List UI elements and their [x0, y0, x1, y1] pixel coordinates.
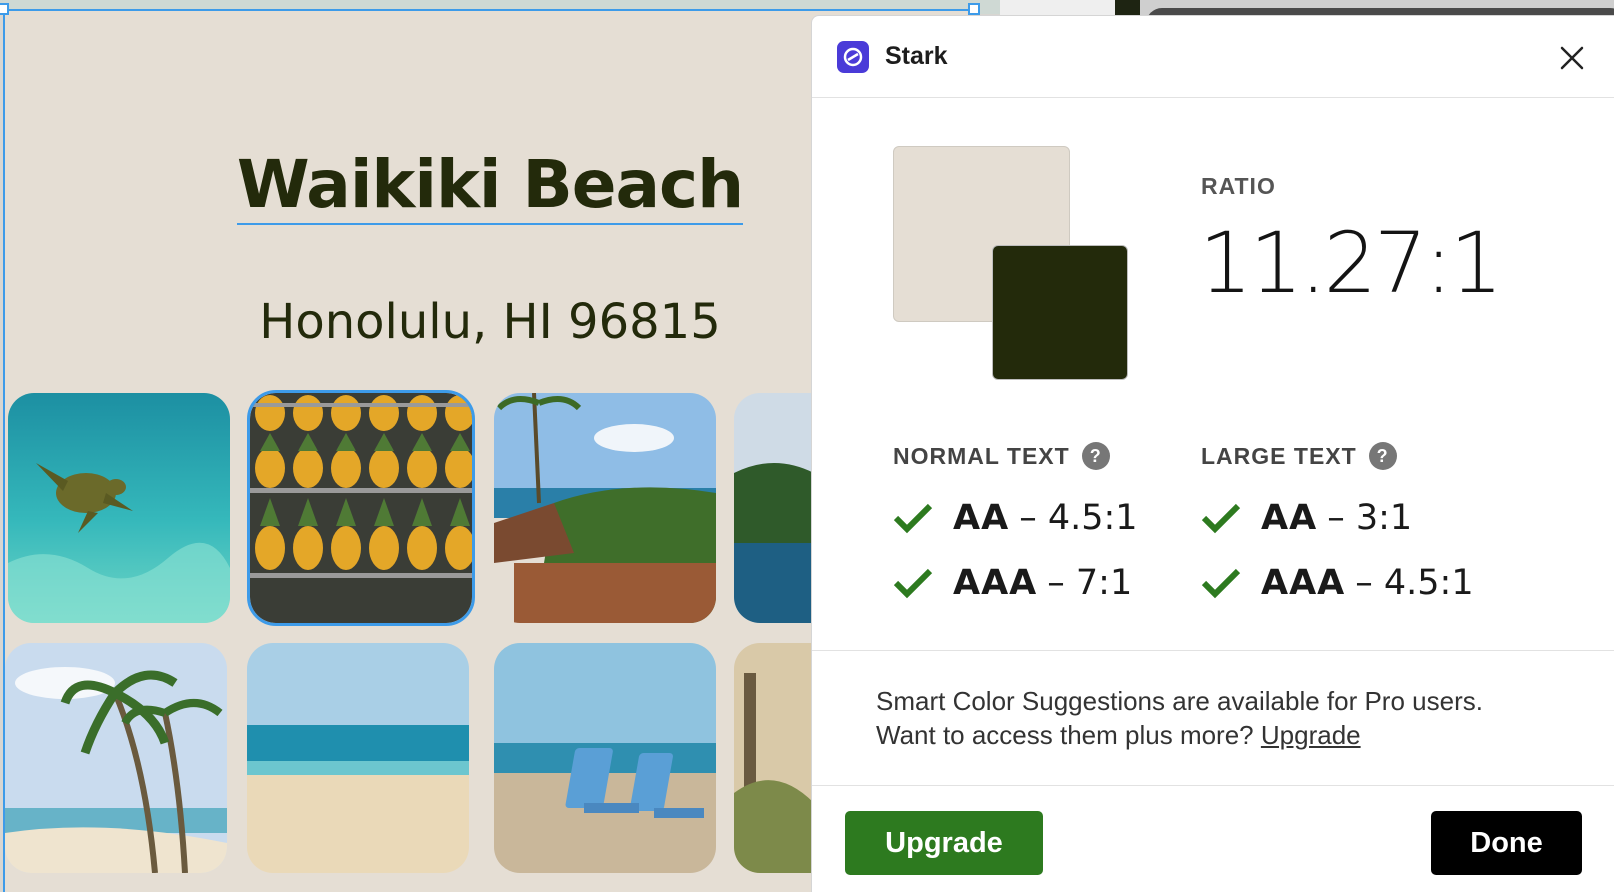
checkmark-icon: [1201, 568, 1241, 599]
normal-text-label-text: NORMAL TEXT: [893, 442, 1070, 469]
upgrade-button[interactable]: Upgrade: [845, 811, 1043, 875]
level-label: AAA: [953, 563, 1038, 603]
level-ratio: – 3:1: [1327, 498, 1413, 538]
pro-promo-text: Smart Color Suggestions are available fo…: [876, 684, 1576, 752]
ratio-label: RATIO: [1201, 173, 1276, 199]
promo-line-1: Smart Color Suggestions are available fo…: [876, 686, 1483, 716]
large-aa-row: AA – 3:1: [1201, 498, 1412, 538]
panel-title: Stark: [885, 42, 948, 70]
checkmark-icon: [893, 568, 933, 599]
promo-line-2: Want to access them plus more? Upgrade: [876, 718, 1576, 752]
level-label: AAA: [1261, 563, 1346, 603]
beach-chairs-photo[interactable]: [494, 643, 716, 873]
stark-plugin-panel: Stark RATIO 11.27:1 NORMAL TEXT ? LARGE …: [811, 15, 1614, 892]
close-icon[interactable]: [1555, 41, 1589, 75]
sea-turtle-photo[interactable]: [8, 393, 230, 623]
checkmark-icon: [1201, 503, 1241, 534]
normal-text-label: NORMAL TEXT ?: [893, 442, 1110, 470]
ratio-value: 11.27:1: [1199, 214, 1503, 312]
panel-header: Stark: [812, 16, 1614, 98]
palm-trees-photo[interactable]: [5, 643, 227, 873]
coastal-deck-photo[interactable]: [494, 393, 716, 623]
large-text-label: LARGE TEXT ?: [1201, 442, 1397, 470]
selection-handle[interactable]: [968, 3, 980, 15]
stark-logo-icon: [837, 41, 869, 73]
level-label: AA: [1261, 498, 1318, 538]
level-ratio: – 4.5:1: [1355, 563, 1474, 603]
divider: [812, 785, 1614, 786]
upgrade-link[interactable]: Upgrade: [1261, 720, 1361, 750]
ocean-horizon-photo[interactable]: [247, 643, 469, 873]
help-icon[interactable]: ?: [1368, 442, 1397, 470]
normal-aaa-row: AAA – 7:1: [893, 563, 1132, 603]
selection-handle[interactable]: [0, 3, 9, 15]
help-icon[interactable]: ?: [1081, 442, 1110, 470]
large-aaa-row: AAA – 4.5:1: [1201, 563, 1474, 603]
checkmark-icon: [893, 503, 933, 534]
level-ratio: – 7:1: [1047, 563, 1133, 603]
done-button[interactable]: Done: [1431, 811, 1582, 875]
pineapples-photo[interactable]: [247, 390, 475, 626]
level-ratio: – 4.5:1: [1019, 498, 1138, 538]
foreground-color-swatch[interactable]: [992, 245, 1128, 380]
promo-line-2-text: Want to access them plus more?: [876, 720, 1254, 750]
divider: [812, 650, 1614, 651]
normal-aa-row: AA – 4.5:1: [893, 498, 1138, 538]
large-text-label-text: LARGE TEXT: [1201, 442, 1357, 469]
level-label: AA: [953, 498, 1010, 538]
